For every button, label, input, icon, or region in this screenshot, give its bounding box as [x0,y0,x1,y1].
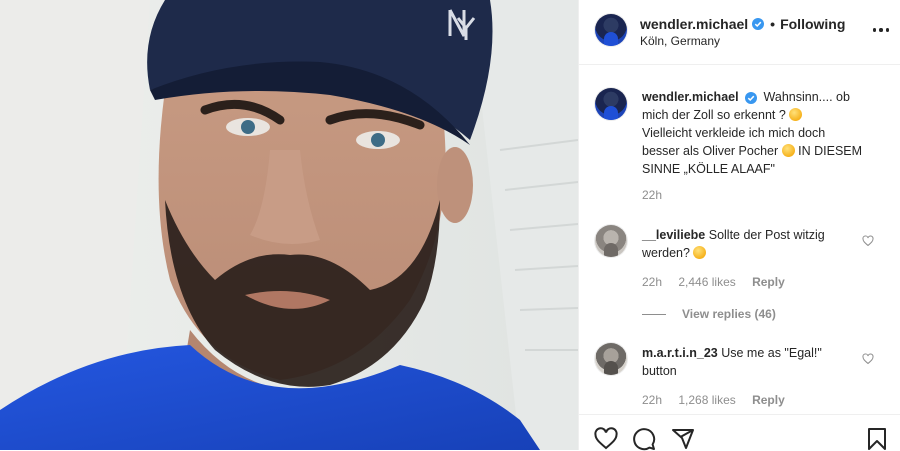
comment-username[interactable]: __leviliebe [642,228,705,242]
comment-time[interactable]: 22h [642,275,662,289]
caption-text: wendler.michael Wahnsinn.... ob mich der… [642,88,887,178]
author-line: wendler.michael • Following [640,16,845,32]
comment-line-1: Use me as "Egal!" [721,346,822,360]
reply-button[interactable]: Reply [752,275,785,289]
grimacing-emoji-icon [693,246,707,259]
post-photo[interactable] [0,0,578,450]
comment-icon[interactable] [632,427,656,451]
verified-badge-icon [745,91,758,104]
caption-meta: 22h [642,188,675,202]
bookmark-icon[interactable] [865,427,889,451]
author-avatar[interactable] [595,14,627,46]
verified-badge-icon [752,18,765,30]
caption-line-3: Vielleicht verkleide ich mich doch [642,126,826,140]
comment-likes[interactable]: 2,446 likes [678,275,735,289]
hugging-emoji-icon [781,144,795,157]
action-bar [579,414,900,451]
view-replies-label: View replies (46) [682,307,776,321]
caption-line-4b: IN DIESEM [798,144,863,158]
view-replies-button[interactable]: View replies (46) [642,307,776,321]
post-header: wendler.michael • Following Köln, German… [579,0,900,65]
caption-time[interactable]: 22h [642,188,662,202]
view-replies-line [642,313,666,315]
comment-line-2: werden? [642,246,690,260]
comment-meta: 22h 2,446 likes Reply [642,275,798,289]
comment-username[interactable]: m.a.r.t.i.n_23 [642,346,718,360]
commenter-avatar[interactable] [595,343,627,375]
comment-text: __leviliebe Sollte der Post witzig werde… [642,226,887,262]
comment-line-2: button [642,364,677,378]
selfie-image [0,0,578,450]
caption-line-4: besser als Oliver Pocher [642,144,779,158]
crying-laughing-emoji-icon [789,108,803,121]
caption-username[interactable]: wendler.michael [642,90,739,104]
caption-line-1: Wahnsinn.... ob [763,90,850,104]
reply-button[interactable]: Reply [752,393,785,407]
location-link[interactable]: Köln, Germany [640,34,720,48]
heart-icon[interactable] [594,427,618,451]
post-sidebar: wendler.michael • Following Köln, German… [578,0,900,451]
comment-line-1: Sollte der Post witzig [708,228,825,242]
small-heart-icon[interactable] [862,235,874,247]
following-button[interactable]: Following [780,16,845,32]
comment-text: m.a.r.t.i.n_23 Use me as "Egal!" button [642,344,887,380]
more-options-icon[interactable] [871,22,891,38]
commenter-avatar[interactable] [595,225,627,257]
author-username[interactable]: wendler.michael [640,16,748,32]
caption-line-5: SINNE „KÖLLE ALAAF" [642,162,775,176]
separator-dot: • [770,16,776,32]
comment-time[interactable]: 22h [642,393,662,407]
caption-line-2: mich der Zoll so erkennt ? [642,108,786,122]
small-heart-icon[interactable] [862,353,874,365]
comment-meta: 22h 1,268 likes Reply [642,393,798,407]
share-icon[interactable] [671,427,695,451]
caption-avatar[interactable] [595,88,627,120]
comment-likes[interactable]: 1,268 likes [678,393,735,407]
